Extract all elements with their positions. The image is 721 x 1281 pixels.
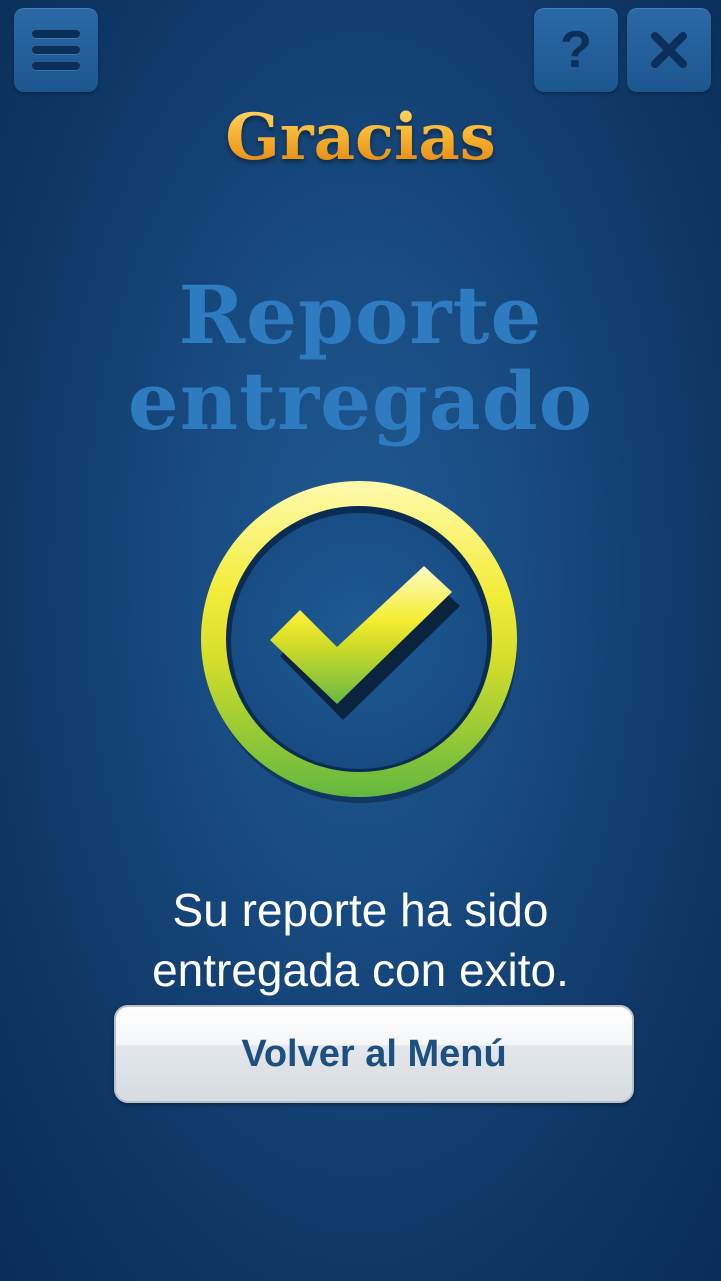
close-button[interactable] <box>627 8 711 92</box>
close-x-icon <box>651 32 687 68</box>
message-line-2: entregada con exito. <box>152 944 569 996</box>
headline: Reporte entregado <box>0 272 721 444</box>
headline-line-1: Reporte <box>178 268 543 362</box>
hamburger-menu-icon <box>32 30 80 70</box>
checkmark-circle-icon <box>196 476 526 806</box>
message-line-1: Su reporte ha sido <box>172 884 549 936</box>
headline-line-2: entregado <box>127 354 594 448</box>
menu-button[interactable] <box>14 8 98 92</box>
back-to-menu-button[interactable]: Volver al Menú <box>114 1005 634 1103</box>
confirmation-message: Su reporte ha sido entregada con exito. <box>0 880 721 1000</box>
page-title: Gracias <box>0 100 721 175</box>
help-button[interactable]: ? <box>534 8 618 92</box>
back-to-menu-label: Volver al Menú <box>241 1032 507 1075</box>
question-mark-icon: ? <box>560 21 592 79</box>
